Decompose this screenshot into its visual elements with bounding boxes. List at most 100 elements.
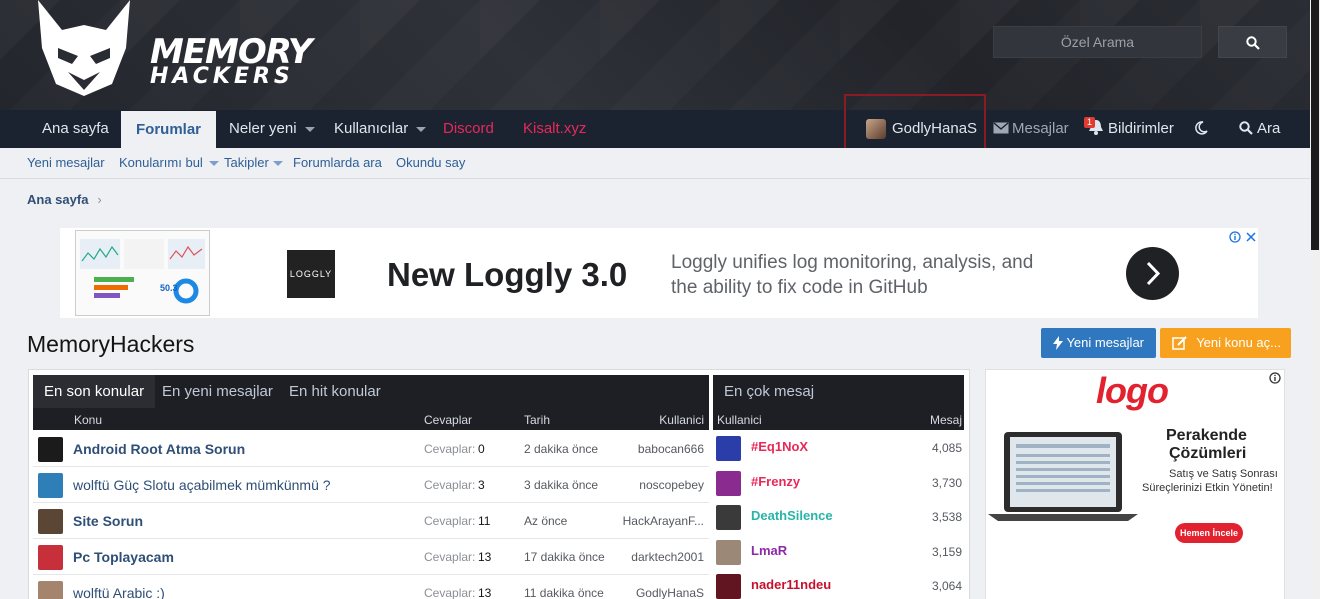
- nav-notifications[interactable]: Bildirimler 1: [1084, 110, 1174, 148]
- breadcrumb[interactable]: Ana sayfa ›: [27, 192, 102, 207]
- nav-search[interactable]: Ara: [1239, 110, 1280, 148]
- scrollbar-thumb[interactable]: [1311, 0, 1319, 250]
- notification-badge: 1: [1084, 117, 1096, 128]
- header-poster: Kullanici: [717, 413, 762, 427]
- wolf-logo-icon: [38, 0, 130, 96]
- avatar[interactable]: [38, 437, 63, 462]
- moon-icon: [1195, 121, 1208, 135]
- thread-user[interactable]: HackArayanF...: [623, 514, 704, 528]
- chevron-down-icon[interactable]: [208, 161, 219, 167]
- ad-info-icon[interactable]: [1269, 372, 1281, 384]
- site-logo[interactable]: MEMORY HACKERS: [28, 0, 312, 100]
- replies-count: 13: [478, 550, 492, 564]
- nav-members[interactable]: Kullanıcılar: [334, 110, 427, 148]
- nav-discord[interactable]: Discord: [443, 110, 494, 148]
- table-row[interactable]: Site Sorun Cevaplar: 11 Az önce HackArayanF.…: [33, 503, 709, 539]
- side-ad[interactable]: logo Perakende Çözümleri Satış ve Satış …: [985, 369, 1285, 599]
- chevron-right-icon: ›: [97, 192, 102, 207]
- avatar[interactable]: [716, 574, 741, 599]
- replies-label: Cevaplar:: [424, 514, 476, 528]
- thread-title[interactable]: Site Sorun: [73, 513, 143, 529]
- subnav-find-threads[interactable]: Konularımı bul: [119, 155, 219, 170]
- subnav-search-forums[interactable]: Forumlarda ara: [293, 155, 382, 170]
- nav-whats-new[interactable]: Neler yeni: [229, 110, 315, 148]
- ad-info-icon[interactable]: [1229, 231, 1241, 243]
- list-item[interactable]: nader11ndeu 3,064: [713, 569, 964, 599]
- dashboard-preview-icon: [80, 239, 205, 304]
- subnav-mark-read[interactable]: Okundu say: [396, 155, 465, 170]
- avatar[interactable]: [38, 509, 63, 534]
- nav-messages[interactable]: Mesajlar: [993, 110, 1069, 148]
- thread-user[interactable]: babocan666: [638, 442, 704, 456]
- new-messages-button[interactable]: Yeni mesajlar: [1041, 328, 1156, 358]
- side-ad-title-1: Perakende: [1166, 427, 1247, 444]
- table-row[interactable]: Android Root Atma Sorun Cevaplar: 0 2 dakik…: [33, 431, 709, 467]
- nav-home[interactable]: Ana sayfa: [42, 110, 109, 148]
- notifications-label: Bildirimler: [1108, 120, 1174, 137]
- list-item[interactable]: #Eq1NoX 4,085: [713, 431, 964, 465]
- ad-banner[interactable]: 50.3 LOGGLY New Loggly 3.0 Loggly unifie…: [60, 228, 1258, 318]
- table-row[interactable]: wolftü Güç Slotu açabilmek mümkünmü ? Cev…: [33, 467, 709, 503]
- list-item[interactable]: LmaR 3,159: [713, 535, 964, 569]
- header-date: Tarih: [524, 413, 551, 427]
- list-item[interactable]: #Frenzy 3,730: [713, 466, 964, 500]
- close-icon[interactable]: [1246, 232, 1256, 242]
- laptop-icon: [988, 432, 1138, 521]
- main-nav: Ana sayfa Forumlar Neler yeni Kullanıcıl…: [0, 110, 1310, 148]
- avatar[interactable]: [716, 436, 741, 461]
- side-ad-subtitle-1: Satış ve Satış Sonrası: [1169, 468, 1278, 480]
- nav-kisalt[interactable]: Kisalt.xyz: [523, 110, 586, 148]
- thread-title[interactable]: wolftü Güç Slotu açabilmek mümkünmü ?: [73, 477, 331, 493]
- header-topic: Konu: [74, 413, 103, 427]
- post-count: 3,538: [931, 510, 962, 524]
- chevron-down-icon[interactable]: [416, 126, 427, 132]
- thread-title[interactable]: Android Root Atma Sorun: [73, 441, 245, 457]
- tab-hot-threads[interactable]: En hit konular: [278, 375, 392, 408]
- tab-latest-threads[interactable]: En son konular: [33, 375, 156, 408]
- avatar[interactable]: [38, 581, 63, 599]
- avatar[interactable]: [716, 539, 741, 565]
- list-item[interactable]: DeathSilence 3,538: [713, 500, 964, 534]
- ad-headline[interactable]: New Loggly 3.0: [387, 256, 627, 294]
- avatar[interactable]: [38, 473, 63, 498]
- search-input[interactable]: Özel Arama: [993, 26, 1202, 58]
- subnav-new-posts[interactable]: Yeni mesajlar: [27, 155, 105, 170]
- chevron-down-icon[interactable]: [272, 161, 283, 167]
- table-row[interactable]: wolftü Arabic :) Cevaplar: 13 11 dakika önc…: [33, 575, 709, 599]
- avatar[interactable]: [38, 545, 63, 570]
- ad-next-button[interactable]: [1126, 247, 1179, 300]
- poster-name[interactable]: #Eq1NoX: [751, 439, 808, 454]
- thread-user[interactable]: GodlyHanaS: [636, 586, 704, 599]
- thread-user[interactable]: darktech2001: [631, 550, 704, 564]
- poster-name[interactable]: LmaR: [751, 543, 787, 558]
- thread-title[interactable]: wolftü Arabic :): [73, 585, 165, 599]
- poster-name[interactable]: DeathSilence: [751, 508, 833, 523]
- poster-name[interactable]: nader11ndeu: [751, 577, 831, 592]
- search-button[interactable]: [1218, 26, 1287, 58]
- chevron-down-icon[interactable]: [304, 126, 315, 132]
- page-title: MemoryHackers: [27, 331, 195, 357]
- poster-name[interactable]: #Frenzy: [751, 474, 800, 489]
- new-topic-button[interactable]: Yeni konu aç...: [1160, 328, 1291, 358]
- top-posters-title[interactable]: En çok mesaj: [713, 375, 964, 408]
- thread-title[interactable]: Pc Toplayacam: [73, 549, 174, 565]
- theme-toggle[interactable]: [1194, 110, 1208, 148]
- search-icon: [1246, 36, 1260, 50]
- side-ad-cta-button[interactable]: Hemen İncele: [1175, 523, 1243, 543]
- chevron-right-icon: [1146, 261, 1161, 286]
- table-row[interactable]: Pc Toplayacam Cevaplar: 13 17 dakika önce da…: [33, 539, 709, 575]
- thread-user[interactable]: noscopebey: [639, 478, 704, 492]
- nav-forums[interactable]: Forumlar: [121, 111, 217, 148]
- replies-label: Cevaplar:: [424, 550, 476, 564]
- avatar[interactable]: [716, 505, 741, 530]
- envelope-icon: [993, 122, 1009, 134]
- subnav-watched[interactable]: Takipler: [224, 155, 283, 170]
- tab-newest-posts[interactable]: En yeni mesajlar: [151, 375, 284, 408]
- thread-date: 17 dakika önce: [524, 550, 605, 564]
- breadcrumb-home[interactable]: Ana sayfa: [27, 192, 88, 207]
- avatar[interactable]: [716, 470, 741, 496]
- replies-label: Cevaplar:: [424, 442, 476, 456]
- ad-thumb-value: 50.3: [160, 283, 178, 293]
- subnav-watched-label: Takipler: [224, 155, 269, 170]
- post-count: 4,085: [931, 441, 962, 455]
